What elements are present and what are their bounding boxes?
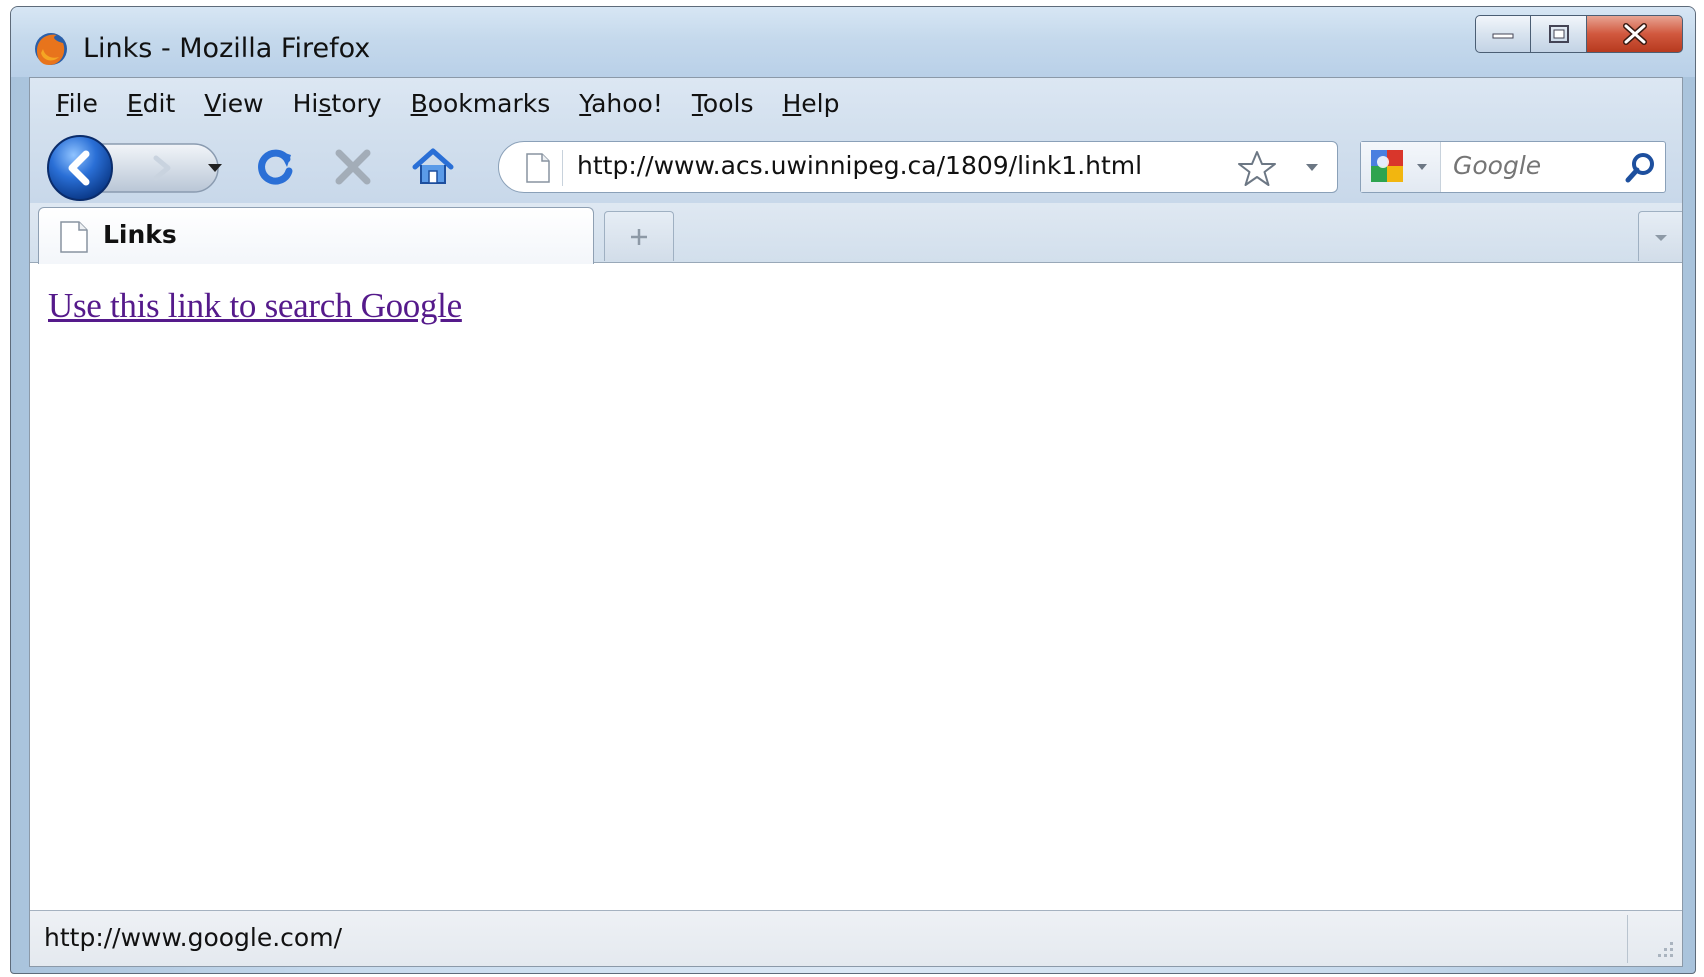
menu-history[interactable]: History: [293, 85, 382, 122]
site-identity-button[interactable]: [513, 150, 563, 186]
menu-file[interactable]: File: [56, 85, 98, 122]
menu-bar: File Edit View History Bookmarks Yahoo! …: [30, 78, 1682, 128]
minimize-button[interactable]: [1475, 15, 1531, 53]
close-icon: [1622, 23, 1647, 45]
all-tabs-button[interactable]: [1638, 211, 1682, 261]
home-icon: [412, 148, 454, 184]
navigation-toolbar: [30, 128, 1682, 203]
maximize-button[interactable]: [1531, 15, 1587, 53]
page-icon: [60, 221, 88, 253]
status-divider: [1627, 915, 1628, 963]
new-tab-button[interactable]: [604, 211, 674, 261]
status-text: http://www.google.com/: [44, 923, 342, 952]
url-input[interactable]: [577, 151, 1197, 180]
tab-strip: Links: [30, 203, 1682, 264]
search-input[interactable]: [1453, 151, 1623, 180]
stop-icon: [335, 149, 371, 185]
menu-view[interactable]: View: [204, 85, 263, 122]
close-button[interactable]: [1587, 15, 1683, 53]
minimize-icon: [1492, 33, 1514, 39]
browser-window: Links - Mozilla Firefox File Edit View H…: [10, 6, 1696, 974]
plus-icon: [631, 228, 647, 245]
firefox-icon[interactable]: [33, 31, 69, 67]
menu-help[interactable]: Help: [782, 85, 839, 122]
resize-grip-icon[interactable]: [1652, 936, 1676, 960]
page-content: Use this link to search Google: [30, 264, 1682, 909]
menu-tools[interactable]: Tools: [692, 85, 754, 122]
maximize-icon: [1548, 25, 1569, 43]
home-button[interactable]: [408, 142, 458, 192]
google-icon: [1371, 150, 1427, 182]
reload-icon: [258, 149, 293, 185]
search-bar[interactable]: [1360, 141, 1666, 193]
title-bar[interactable]: Links - Mozilla Firefox: [11, 7, 1695, 77]
menu-bookmarks[interactable]: Bookmarks: [411, 85, 551, 122]
window-title: Links - Mozilla Firefox: [83, 33, 371, 64]
url-dropdown-icon[interactable]: [1301, 156, 1323, 178]
chevron-down-icon: [1654, 234, 1667, 241]
tab-links[interactable]: Links: [38, 207, 594, 264]
search-engine-button[interactable]: [1361, 142, 1441, 192]
google-search-link[interactable]: Use this link to search Google: [48, 286, 462, 326]
status-bar: http://www.google.com/: [30, 910, 1682, 966]
caption-buttons: [1475, 15, 1683, 53]
url-bar[interactable]: [498, 141, 1338, 193]
page-icon: [525, 153, 550, 183]
stop-button[interactable]: [328, 142, 378, 192]
reload-button[interactable]: [250, 142, 300, 192]
tab-title: Links: [103, 220, 177, 249]
back-forward-group: [47, 135, 222, 201]
menu-yahoo[interactable]: Yahoo!: [579, 85, 663, 122]
magnifier-icon[interactable]: [1623, 151, 1657, 185]
star-icon[interactable]: [1237, 149, 1277, 189]
menu-edit[interactable]: Edit: [127, 85, 175, 122]
browser-client-area: File Edit View History Bookmarks Yahoo! …: [29, 77, 1683, 967]
